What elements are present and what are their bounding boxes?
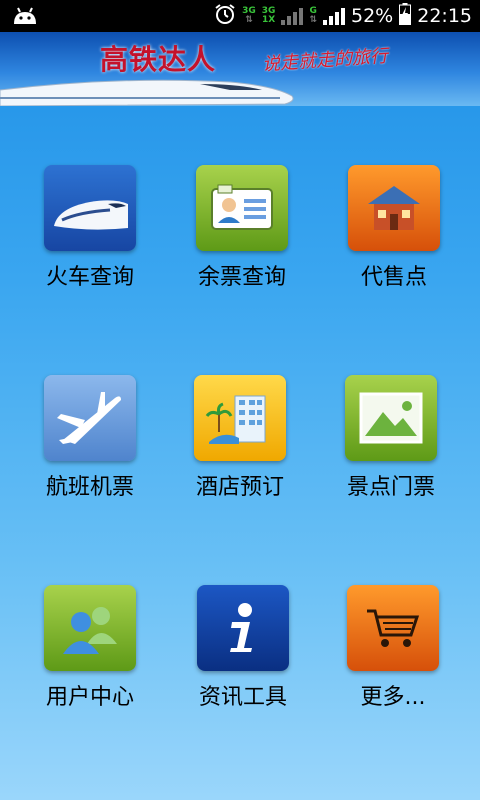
grid-item-flight-tickets[interactable]: 航班机票 [20,375,160,501]
users-icon [44,585,136,671]
grid-item-ticket-query[interactable]: 余票查询 [172,165,312,291]
alarm-icon [214,3,236,29]
grid-item-user-center[interactable]: 用户中心 [20,585,160,711]
signal-strength-icon [323,7,345,25]
grid-item-label: 航班机票 [45,475,134,500]
network-type-2b: 1X [262,15,276,25]
status-bar: 3G ⇅ 3G 1X G ⇅ 52% 22:15 [0,0,480,32]
grid-item-label: 余票查询 [197,265,286,290]
battery-icon [399,3,412,29]
grid-item-label: 更多... [360,685,426,710]
info-icon [197,585,289,671]
grid-item-label: 火车查询 [45,265,134,290]
network-3g1x-label: 3G 1X [262,7,276,25]
grid-item-label: 酒店预订 [195,475,284,500]
grid-item-attraction-tickets[interactable]: 景点门票 [321,375,461,501]
signal-icon [281,7,304,25]
network-3g-label: 3G ⇅ [242,6,256,25]
battery-percent: 52% [351,5,394,27]
bullet-train-icon [0,79,294,106]
android-icon [12,6,38,30]
clock: 22:15 [417,5,472,27]
network-g-label: G ⇅ [309,6,317,25]
train-icon [44,165,136,251]
grid-item-label: 资讯工具 [198,685,287,710]
grid-item-more[interactable]: 更多... [323,585,463,711]
landscape-picture-icon [345,375,437,461]
grid-item-hotel-booking[interactable]: 酒店预订 [170,375,310,501]
grid-item-label: 用户中心 [45,685,134,710]
grid-item-agency[interactable]: 代售点 [324,165,464,291]
ticket-card-icon [196,165,288,251]
grid-item-label: 代售点 [360,265,427,290]
grid-item-info-tools[interactable]: 资讯工具 [173,585,313,711]
grid-item-label: 景点门票 [346,475,435,500]
shopping-cart-icon [347,585,439,671]
grid-item-train-query[interactable]: 火车查询 [20,165,160,291]
house-icon [348,165,440,251]
airplane-icon [44,375,136,461]
hotel-icon [194,375,286,461]
header-banner: 高铁达人 说走就走的旅行 [0,32,480,106]
